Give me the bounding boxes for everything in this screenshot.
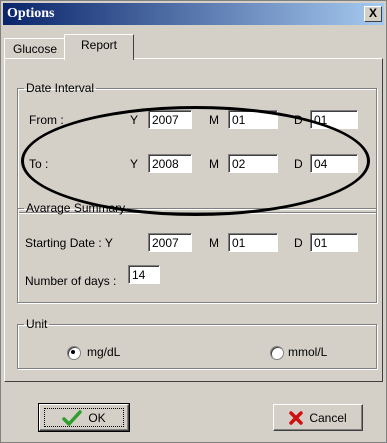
start-day-input[interactable]: 01 — [310, 233, 358, 252]
close-icon: X — [368, 6, 377, 20]
number-of-days-input[interactable]: 14 — [128, 265, 160, 284]
unit-legend: Unit — [26, 317, 48, 331]
start-m-label: M — [209, 236, 219, 250]
ok-button[interactable]: OK — [38, 403, 130, 432]
to-m-label: M — [209, 157, 219, 171]
x-icon — [289, 410, 304, 425]
mgdl-radio[interactable] — [67, 346, 81, 360]
to-label: To : — [29, 157, 49, 171]
start-year-input[interactable]: 2007 — [148, 233, 192, 252]
number-of-days-label: Number of days : — [25, 274, 117, 288]
from-year-input[interactable]: 2007 — [148, 110, 192, 129]
average-summary-legend: Avarage Summary — [26, 201, 126, 215]
mmoll-radio[interactable] — [270, 346, 284, 360]
date-interval-legend: Date Interval — [26, 81, 95, 95]
window-title: Options — [7, 6, 55, 21]
title-bar: Options X — [3, 3, 384, 25]
from-y-label: Y — [130, 113, 139, 127]
from-month-input[interactable]: 01 — [228, 110, 278, 129]
start-month-input[interactable]: 01 — [228, 233, 278, 252]
unit-group: Unit — [17, 317, 377, 369]
report-panel: Date Interval From : Y 2007 M 01 D 01 To… — [4, 58, 383, 382]
to-y-label: Y — [130, 157, 139, 171]
from-day-input[interactable]: 01 — [310, 110, 358, 129]
from-m-label: M — [209, 113, 219, 127]
tab-report[interactable]: Report — [64, 34, 134, 60]
mmoll-label: mmol/L — [288, 345, 328, 359]
from-d-label: D — [294, 113, 303, 127]
tab-glucose[interactable]: Glucose — [4, 38, 66, 59]
to-month-input[interactable]: 02 — [228, 154, 278, 173]
to-day-input[interactable]: 04 — [310, 154, 358, 173]
to-d-label: D — [294, 157, 303, 171]
cancel-button[interactable]: Cancel — [273, 404, 363, 431]
options-dialog: Options X Glucose Report Date Interval F… — [0, 0, 387, 443]
close-button[interactable]: X — [364, 6, 382, 22]
start-d-label: D — [294, 236, 303, 250]
to-year-input[interactable]: 2008 — [148, 154, 192, 173]
mgdl-label: mg/dL — [87, 345, 121, 359]
cancel-label: Cancel — [309, 410, 347, 425]
starting-date-label: Starting Date : Y — [25, 236, 113, 250]
focus-ring — [44, 408, 124, 427]
date-interval-group: Date Interval — [17, 81, 377, 213]
from-label: From : — [29, 113, 64, 127]
